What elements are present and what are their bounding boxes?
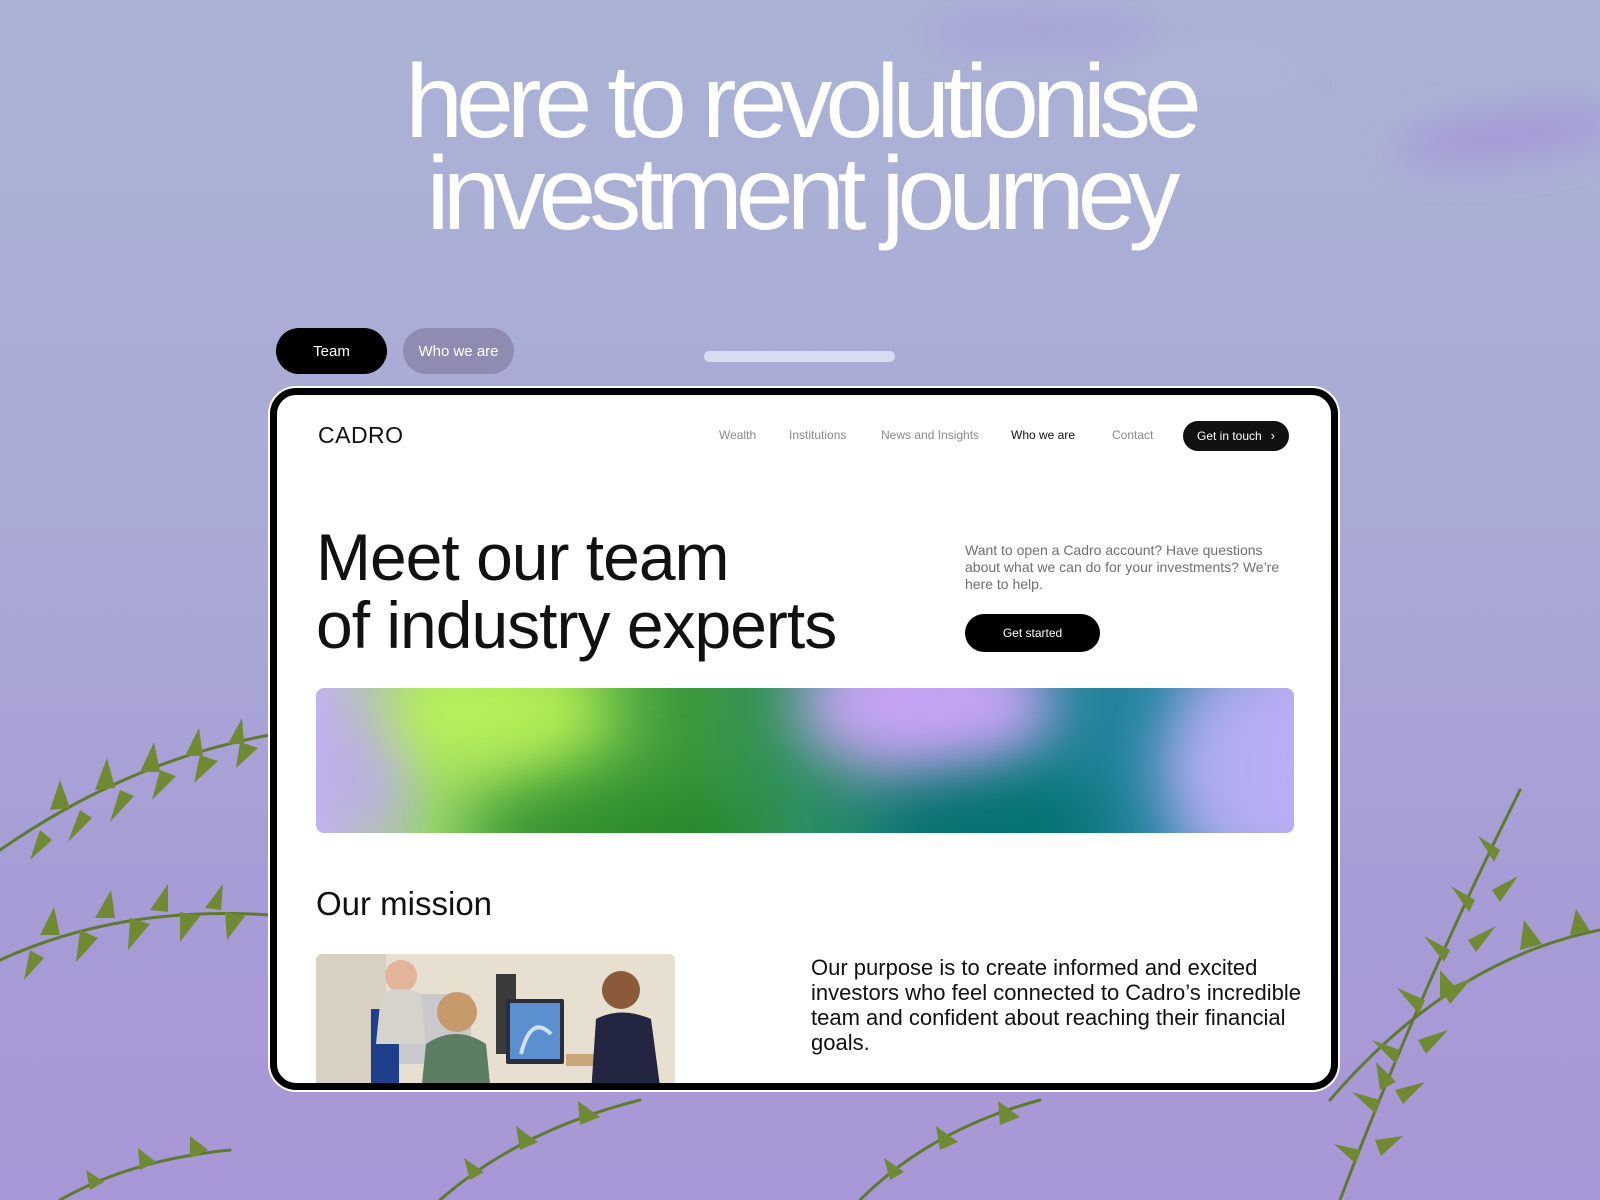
mission-text: Our purpose is to create informed and ex… [811,955,1301,1055]
mission-title: Our mission [316,885,493,922]
nav-link-institutions[interactable]: Institutions [789,428,846,442]
drag-handle[interactable] [704,351,895,362]
hero-title-line-2: of industry experts [316,588,837,662]
website-preview-card: CADRO Wealth Institutions News and Insig… [270,388,1338,1090]
nav-link-who-we-are[interactable]: Who we are [1011,428,1075,442]
get-in-touch-label: Get in touch [1197,429,1262,443]
cadro-logo[interactable]: CADRO [318,422,404,449]
nav-link-contact[interactable]: Contact [1112,428,1153,442]
nav-link-news-and-insights[interactable]: News and Insights [881,428,979,442]
get-in-touch-button[interactable]: Get in touch › [1183,421,1289,451]
gradient-banner [316,688,1294,833]
nav-link-wealth[interactable]: Wealth [719,428,756,442]
hero-description: Want to open a Cadro account? Have quest… [965,542,1280,592]
team-photo [316,954,675,1083]
headline-line-2: investment journey [426,136,1181,252]
chevron-right-icon: › [1270,428,1275,443]
hero-title: Meet our team of industry experts [316,520,837,662]
get-started-button[interactable]: Get started [965,614,1100,652]
tab-who-we-are[interactable]: Who we are [403,328,514,374]
headline-line-1: here to revolutionise [405,44,1202,160]
tab-team[interactable]: Team [276,328,387,374]
hero-title-line-1: Meet our team [316,520,730,594]
hero-headline: here to revolutionise investment journey [0,44,1600,252]
